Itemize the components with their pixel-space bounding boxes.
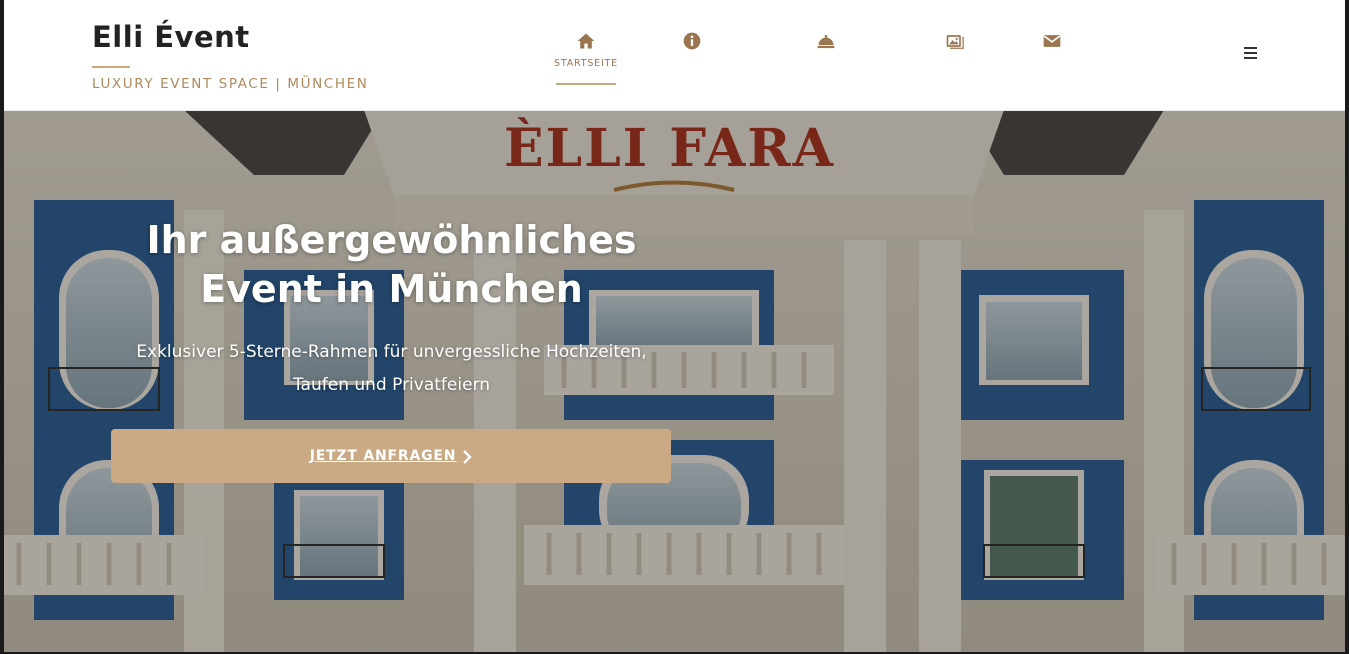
nav-item-gallery[interactable] [915,30,995,90]
hero-subtitle: Exklusiver 5-Sterne-Rahmen für unvergess… [136,342,647,395]
site-header: Elli Évent LUXURY EVENT SPACE | MÜNCHEN … [4,0,1345,111]
nav-item-home[interactable]: STARTSEITE [546,30,626,90]
brand-title[interactable]: Elli Évent [92,20,250,54]
chevron-right-icon [462,449,472,464]
envelope-icon [1041,30,1063,52]
active-nav-underline [556,83,616,85]
service-bell-icon [815,30,837,52]
brand-divider [92,66,130,68]
hero-title: Ihr außergewöhnliches Event in München [146,218,637,311]
nav-item-contact[interactable] [1012,30,1092,90]
nav-item-info[interactable] [652,30,732,90]
brand-subtitle: LUXURY EVENT SPACE | MÜNCHEN [92,76,369,92]
home-icon [575,30,597,52]
nav-item-label: STARTSEITE [554,58,618,69]
hamburger-icon [1244,47,1257,49]
info-icon [681,30,703,52]
browser-viewport: ÈLLI FARA Elli Évent LUXURY EVENT SPACE … [4,0,1345,652]
cta-label: JETZT ANFRAGEN [309,448,457,464]
gallery-icon [944,30,966,52]
nav-item-services[interactable] [786,30,866,90]
inquire-now-button[interactable]: JETZT ANFRAGEN [111,429,671,483]
hamburger-menu-button[interactable] [1244,47,1260,61]
